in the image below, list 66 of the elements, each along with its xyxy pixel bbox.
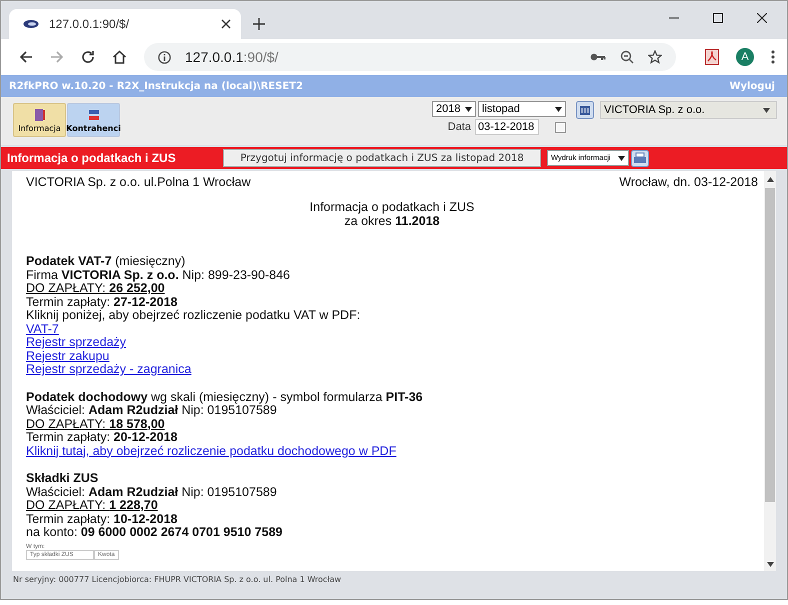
info-text: Właściciel: Adam R2udział Nip: 0195107589 — [26, 484, 277, 498]
pdf-link[interactable]: Rejestr zakupu — [26, 348, 110, 362]
maximize-icon[interactable] — [713, 13, 723, 23]
info-text: Podatek dochodowy wg skali (miesięczny) - symbol formularza PIT-36 — [26, 390, 423, 404]
scrollbar-thumb[interactable] — [765, 188, 775, 502]
pdf-link[interactable]: Rejestr sprzedaży — [26, 335, 126, 349]
date-label: Data — [448, 121, 471, 133]
profile-avatar[interactable]: A — [736, 48, 754, 66]
info-icon — [158, 50, 171, 64]
new-tab-icon[interactable] — [253, 18, 265, 30]
info-text: Termin zapłaty: 20-12-2018 — [26, 430, 178, 444]
zoom-out-icon[interactable] — [620, 50, 634, 64]
caret-icon — [465, 106, 472, 112]
close-icon[interactable] — [221, 19, 231, 29]
address-bar[interactable]: 127.0.0.1:90/$/ — [144, 43, 676, 71]
pdf-link[interactable]: Rejestr sprzedaży - zagranica — [26, 362, 192, 376]
info-text: Kliknij poniżej, aby obejrzeć rozliczenie podatku VAT w PDF: — [26, 308, 360, 322]
place-date: Wrocław, dn. 03-12-2018 — [619, 175, 758, 189]
book-icon — [32, 108, 46, 122]
home-icon[interactable] — [112, 50, 127, 64]
company-address: VICTORIA Sp. z o.o. ul.Polna 1 Wrocław — [26, 175, 251, 189]
toolbar-button[interactable]: Informacja — [13, 103, 66, 137]
prepare-button[interactable]: Przygotuj informację o podatkach i ZUS za listopad 2018 — [223, 149, 541, 167]
caret-icon — [618, 156, 625, 160]
info-text: Podatek VAT-7 (miesięczny) — [26, 254, 186, 268]
scrollbar[interactable] — [764, 171, 776, 571]
scroll-up-icon[interactable] — [766, 177, 774, 182]
back-icon[interactable] — [19, 50, 33, 64]
amount-due: DO ZAPŁATY: 26 252,00 — [26, 281, 165, 295]
caret-icon — [763, 108, 770, 112]
period-text: za okres 11.2018 — [343, 214, 441, 228]
key-icon[interactable] — [590, 52, 606, 62]
status-text: Nr seryjny: 000777 Licencjobiorca: FHUPR VICTORIA Sp. z o.o. ul. Polna 1 Wrocław — [13, 575, 342, 584]
url-text: 127.0.0.1:90/$/ — [185, 49, 278, 65]
section-title: Informacja o podatkach i ZUS — [7, 151, 177, 165]
building-icon[interactable] — [576, 101, 594, 119]
info-text: Termin zapłaty: 10-12-2018 — [26, 512, 178, 526]
browser-tab[interactable]: 127.0.0.1:90/$/ — [9, 9, 241, 39]
close-icon[interactable] — [757, 13, 767, 23]
amount-due: DO ZAPŁATY: 1 228,70 — [26, 498, 158, 512]
pdf-link[interactable]: VAT-7 — [26, 322, 59, 336]
amount-due: DO ZAPŁATY: 18 578,00 — [26, 416, 165, 430]
menu-icon[interactable] — [771, 50, 775, 64]
info-text: Właściciel: Adam R2udział Nip: 0195107589 — [26, 403, 277, 417]
info-text: na konto: 09 6000 0002 2674 0701 9510 7589 — [26, 525, 282, 539]
app-title: R2fkPRO w.10.20 - R2X_Instrukcja na (local)\RESET2 — [9, 80, 303, 92]
printer-icon[interactable] — [631, 150, 649, 166]
scroll-down-icon[interactable] — [766, 562, 774, 567]
company-select[interactable]: VICTORIA Sp. z o.o. — [600, 101, 777, 119]
tab-title: 127.0.0.1:90/$/ — [49, 17, 130, 31]
pdf-link[interactable]: Kliknij tutaj, aby obejrzeć rozliczenie podatku dochodowego w PDF — [26, 444, 396, 458]
info-text: Termin zapłaty: 27-12-2018 — [26, 294, 178, 308]
cards-icon — [86, 108, 100, 122]
caret-icon — [555, 106, 562, 112]
reload-icon[interactable] — [81, 50, 95, 64]
date-checkbox[interactable] — [555, 122, 566, 132]
star-icon[interactable] — [648, 50, 662, 64]
month-select[interactable]: listopad — [478, 101, 566, 117]
favicon-icon — [23, 19, 39, 29]
info-text: Składki ZUS — [26, 471, 98, 485]
document-title: Informacja o podatkach i ZUS — [308, 200, 476, 214]
info-text: Firma VICTORIA Sp. z o.o. Nip: 899-23-90-846 — [26, 268, 290, 282]
toolbar-button[interactable]: Kontrahenci — [67, 103, 120, 137]
date-field[interactable]: 03-12-2018 — [475, 119, 539, 135]
year-select[interactable]: 2018 — [432, 101, 476, 117]
pdf-icon[interactable] — [705, 49, 719, 65]
